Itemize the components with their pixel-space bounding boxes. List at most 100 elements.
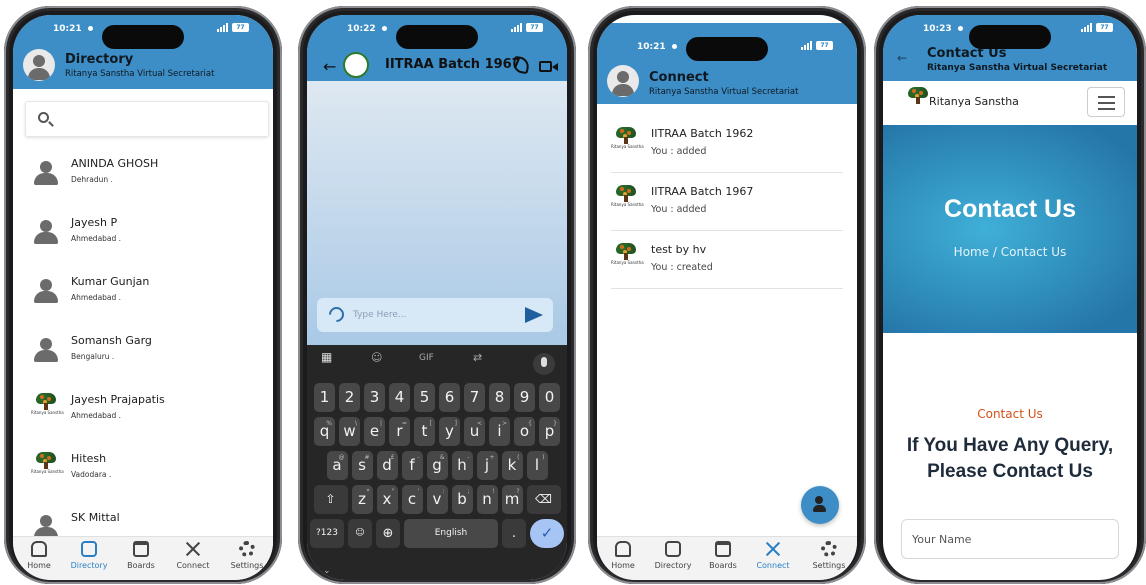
backspace-key[interactable]: ⌫	[526, 485, 561, 514]
period-key[interactable]: .	[502, 519, 526, 548]
nav-boards[interactable]: Boards	[115, 541, 167, 570]
chat-status: You : created	[651, 262, 713, 273]
nav-settings[interactable]: Settings	[803, 541, 855, 570]
key-6[interactable]: 6	[439, 383, 460, 412]
key-1[interactable]: 1	[314, 383, 335, 412]
hamburger-menu-icon[interactable]	[1087, 87, 1125, 117]
list-item[interactable]: Ritanya Sanstha Hitesh Vadodara .	[13, 450, 273, 490]
list-item[interactable]: Ritanya Sanstha Jayesh Prajapatis Ahmeda…	[13, 391, 273, 431]
key-x[interactable]: x "	[376, 485, 398, 514]
key-n[interactable]: n!	[476, 485, 498, 514]
breadcrumb[interactable]: Home / Contact Us	[883, 245, 1137, 259]
key-v[interactable]: v:	[426, 485, 448, 514]
search-input[interactable]	[25, 101, 269, 137]
nav-boards[interactable]: Boards	[697, 541, 749, 570]
globe-key[interactable]: ⊕	[376, 519, 400, 548]
profile-avatar[interactable]	[607, 65, 639, 97]
chat-list-item[interactable]: Ritanya Sanstha IITRAA Batch 1967 You : …	[611, 173, 843, 231]
key-7[interactable]: 7	[464, 383, 485, 412]
key-c[interactable]: c '	[401, 485, 423, 514]
back-arrow-icon[interactable]: ←	[323, 57, 336, 76]
chat-list-item[interactable]: Ritanya Sanstha test by hv You : created	[611, 231, 843, 289]
chat-screen: ← IITRAA Batch 1967 10:22 77 Type Here..…	[307, 15, 567, 580]
key-y[interactable]: y]	[439, 417, 460, 446]
key-t[interactable]: t[	[414, 417, 435, 446]
key-h[interactable]: h-	[451, 451, 473, 480]
key-alt-char: =	[401, 420, 407, 427]
profile-avatar[interactable]	[23, 49, 55, 81]
contact-screen: ← Contact Us Ritanya Sanstha Virtual Sec…	[883, 15, 1137, 580]
space-key[interactable]: English	[404, 519, 498, 548]
key-a[interactable]: a @	[326, 451, 348, 480]
key-s[interactable]: s #	[351, 451, 373, 480]
key-char: y	[445, 422, 454, 440]
mic-icon[interactable]	[533, 353, 555, 375]
key-d[interactable]: d £	[376, 451, 398, 480]
key-o[interactable]: o{	[514, 417, 535, 446]
site-brand[interactable]: Ritanya Sanstha	[929, 95, 1019, 108]
key-b[interactable]: b;	[451, 485, 473, 514]
battery-icon: 77	[232, 23, 249, 32]
keyboard-hide-icon[interactable]: ⌄	[323, 566, 331, 576]
boards-icon	[133, 541, 149, 557]
list-item[interactable]: Somansh Garg Bengaluru .	[13, 332, 273, 372]
video-call-icon[interactable]	[539, 61, 552, 72]
chat-title: IITRAA Batch 1967	[385, 57, 521, 72]
phone-connect: Connect Ritanya Sanstha Virtual Secretar…	[588, 6, 866, 584]
list-item[interactable]: Jayesh P Ahmedabad .	[13, 214, 273, 254]
key-p[interactable]: p}	[539, 417, 560, 446]
key-f[interactable]: f-	[401, 451, 423, 480]
shift-key[interactable]: ⇧	[313, 485, 348, 514]
nav-settings[interactable]: Settings	[221, 541, 273, 570]
key-e[interactable]: e |	[364, 417, 385, 446]
key-z[interactable]: z *	[351, 485, 373, 514]
member-city: Ahmedabad .	[71, 411, 122, 420]
key-l[interactable]: l)	[526, 451, 548, 480]
key-w[interactable]: w \	[339, 417, 360, 446]
nav-directory[interactable]: Directory	[647, 541, 699, 570]
key-i[interactable]: i >	[489, 417, 510, 446]
nav-directory[interactable]: Directory	[63, 541, 115, 570]
key-9[interactable]: 9	[514, 383, 535, 412]
nav-home[interactable]: Home	[13, 541, 65, 570]
key-3[interactable]: 3	[364, 383, 385, 412]
symbols-key[interactable]: ?123	[310, 519, 344, 548]
key-alt-char: [	[429, 420, 432, 427]
key-q[interactable]: q%	[314, 417, 335, 446]
gif-button[interactable]: GIF	[419, 353, 434, 363]
new-chat-button[interactable]	[801, 486, 839, 524]
sticker-icon[interactable]: ☺	[371, 351, 382, 364]
key-m[interactable]: m?	[501, 485, 523, 514]
done-key[interactable]: ✓	[530, 519, 564, 548]
signal-icon	[1081, 23, 1092, 32]
key-5[interactable]: 5	[414, 383, 435, 412]
key-0[interactable]: 0	[539, 383, 560, 412]
key-u[interactable]: u <	[464, 417, 485, 446]
name-field[interactable]	[901, 519, 1119, 559]
nav-connect[interactable]: Connect	[747, 541, 799, 570]
section-heading: If You Have Any Query, Please Contact Us	[906, 435, 1114, 482]
key-8[interactable]: 8	[489, 383, 510, 412]
apps-grid-icon[interactable]: ▦	[321, 350, 332, 364]
send-icon[interactable]	[525, 307, 543, 323]
key-g[interactable]: g &	[426, 451, 448, 480]
list-item[interactable]: Kumar Gunjan Ahmedabad .	[13, 273, 273, 313]
key-j[interactable]: j +	[476, 451, 498, 480]
list-item[interactable]: ANINDA GHOSH Dehradun .	[13, 155, 273, 195]
group-avatar[interactable]	[343, 52, 369, 78]
back-arrow-icon[interactable]: ←	[897, 51, 907, 65]
chat-list-item[interactable]: Ritanya Sanstha IITRAA Batch 1962 You : …	[611, 115, 843, 173]
key-k[interactable]: k(	[501, 451, 523, 480]
key-2[interactable]: 2	[339, 383, 360, 412]
key-char: n	[482, 490, 492, 508]
key-char: x	[382, 490, 392, 508]
attach-icon[interactable]	[325, 303, 348, 326]
nav-connect[interactable]: Connect	[167, 541, 219, 570]
emoji-key[interactable]: ☺	[348, 519, 372, 548]
tree-logo-icon: Ritanya Sanstha	[31, 452, 64, 482]
nav-home[interactable]: Home	[597, 541, 649, 570]
translate-icon[interactable]: ⇄	[473, 351, 482, 364]
key-r[interactable]: r =	[389, 417, 410, 446]
message-input[interactable]	[353, 307, 503, 323]
key-4[interactable]: 4	[389, 383, 410, 412]
